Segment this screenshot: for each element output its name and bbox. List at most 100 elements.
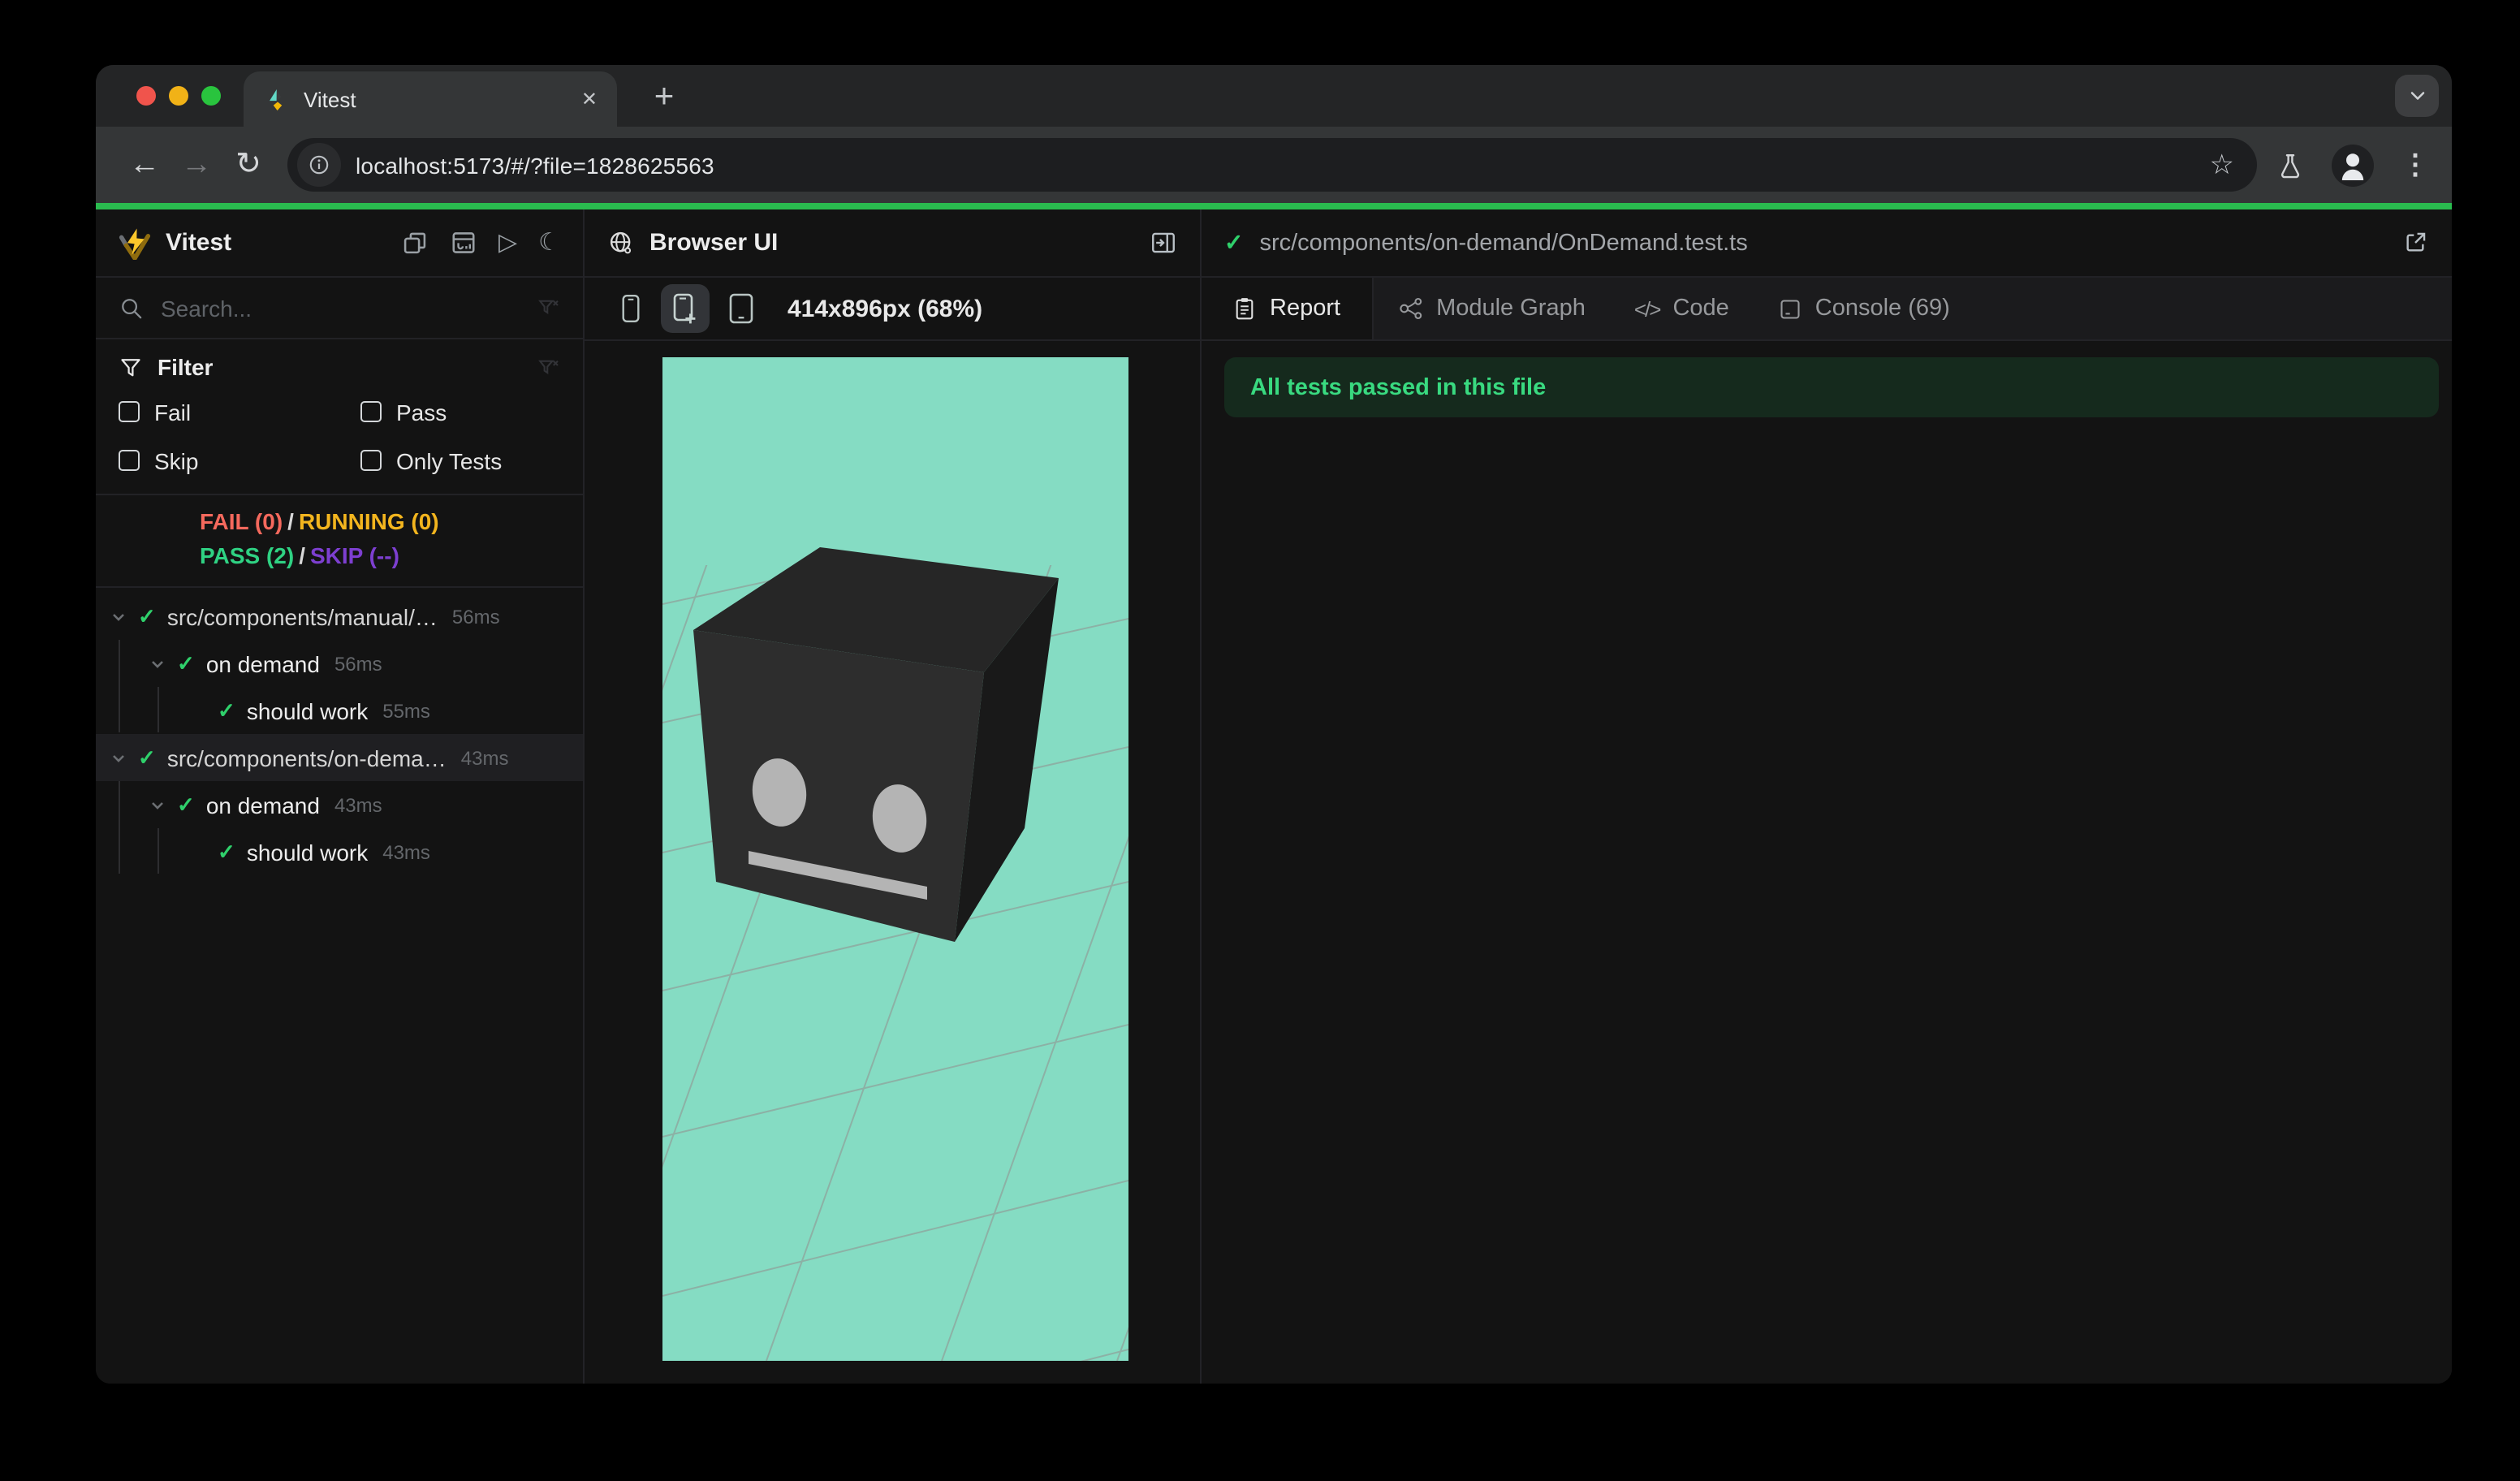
pass-check-icon: ✓ — [177, 792, 195, 816]
tab-title: Vitest — [304, 87, 356, 111]
experiments-flask-icon[interactable] — [2276, 150, 2304, 179]
globe-icon — [610, 231, 632, 254]
favicon-vitest-icon — [263, 87, 287, 111]
chevron-down-icon[interactable] — [110, 749, 127, 766]
theme-toggle-moon-icon[interactable]: ☾ — [538, 231, 560, 255]
browser-toolbar: ← → ↻ localhost:5173/#/?file=1828625563 … — [96, 127, 2452, 203]
filter-checkbox-fail[interactable]: Fail — [119, 395, 360, 429]
filter-title: Filter — [158, 354, 214, 380]
info-icon — [309, 155, 329, 175]
viewport-size-label: 414x896px (68%) — [788, 295, 983, 322]
report-content: All tests passed in this file — [1202, 341, 2452, 1384]
new-tab-button[interactable]: + — [641, 75, 687, 120]
browser-tab[interactable]: Vitest ✕ — [244, 71, 617, 127]
tree-suite-row[interactable]: ✓ on demand 43ms — [96, 781, 583, 828]
browser-ui-panel: Browser UI 414x896px (68%) — [585, 209, 1202, 1384]
duration: 43ms — [460, 746, 509, 769]
open-external-icon[interactable] — [2401, 229, 2429, 257]
tree-file-row-selected[interactable]: ✓ src/components/on-dema… 43ms — [96, 734, 583, 781]
filter-checkbox-pass[interactable]: Pass — [360, 395, 560, 429]
close-tab-icon[interactable]: ✕ — [581, 88, 598, 110]
browser-menu-icon[interactable]: ⋮ — [2401, 149, 2429, 181]
filter-section-header: Filter — [96, 339, 583, 395]
test-file-path: src/components/on-demand/OnDemand.test.t… — [1259, 230, 1748, 256]
tree-suite-row[interactable]: ✓ on demand 56ms — [96, 640, 583, 687]
maximize-window-button[interactable] — [201, 86, 221, 106]
duration: 56ms — [334, 652, 382, 675]
chevron-down-icon[interactable] — [149, 797, 166, 813]
forward-button[interactable]: → — [170, 147, 222, 183]
chevron-down-icon — [2410, 92, 2424, 100]
preview-area — [585, 341, 1200, 1384]
duration: 43ms — [334, 793, 382, 816]
tab-report[interactable]: Report — [1202, 278, 1374, 339]
duration: 43ms — [382, 840, 430, 863]
checkbox[interactable] — [360, 401, 382, 422]
url-text[interactable]: localhost:5173/#/?file=1828625563 — [356, 152, 2210, 178]
pass-check-icon: ✓ — [1224, 229, 1244, 255]
profile-avatar[interactable] — [2332, 144, 2374, 186]
device-toolbar: 414x896px (68%) — [585, 278, 1200, 341]
clear-filter-icon[interactable] — [536, 355, 560, 379]
vitest-logo-icon — [119, 227, 151, 259]
tree-file-row[interactable]: ✓ src/components/manual/… 56ms — [96, 593, 583, 640]
browser-window: Vitest ✕ + ← → ↻ localhost:5173/#/?file=… — [96, 65, 2452, 1384]
tab-bar: Vitest ✕ + — [96, 65, 2452, 127]
filter-checkbox-only-tests[interactable]: Only Tests — [360, 443, 560, 477]
search-input[interactable] — [161, 295, 536, 321]
traffic-lights[interactable] — [136, 86, 221, 106]
checkbox[interactable] — [119, 401, 140, 422]
clear-filter-icon[interactable] — [536, 296, 560, 320]
minimize-window-button[interactable] — [169, 86, 188, 106]
run-all-tests-icon[interactable]: ▷ — [498, 231, 517, 255]
running-count: RUNNING (0) — [298, 508, 439, 534]
chevron-down-icon[interactable] — [110, 608, 127, 624]
test-status-summary: FAIL (0) / RUNNING (0) PASS (2) / SKIP (--) — [96, 494, 583, 588]
search-icon — [122, 298, 142, 318]
pass-check-icon: ✓ — [138, 745, 156, 769]
filter-funnel-icon — [121, 358, 140, 376]
tab-code[interactable]: </> Code — [1610, 278, 1754, 339]
pass-check-icon: ✓ — [218, 839, 235, 863]
tab-console[interactable]: Console (69) — [1754, 278, 1974, 339]
device-phone-plus-button[interactable] — [661, 284, 710, 333]
module-graph-icon — [1399, 297, 1422, 320]
bookmark-star-icon[interactable]: ☆ — [2210, 149, 2242, 181]
console-icon — [1780, 299, 1800, 318]
dock-panel-right-icon[interactable] — [1150, 229, 1177, 257]
duration: 55ms — [382, 699, 430, 722]
all-tests-passed-banner: All tests passed in this file — [1224, 357, 2439, 417]
collapse-panels-icon[interactable] — [401, 229, 429, 257]
sidebar: Vitest ▷ ☾ Search... Filter Fail Pass Sk… — [96, 209, 585, 1384]
test-tree: ✓ src/components/manual/… 56ms ✓ on dema… — [96, 588, 583, 1384]
report-panel: ✓ src/components/on-demand/OnDemand.test… — [1202, 209, 2452, 1384]
progress-bar — [96, 203, 2452, 209]
reload-button[interactable]: ↻ — [222, 146, 274, 184]
site-info-button[interactable] — [297, 143, 341, 187]
back-button[interactable]: ← — [119, 147, 170, 183]
device-tablet-button[interactable] — [716, 284, 765, 333]
browser-panel-title: Browser UI — [649, 229, 779, 257]
dashboard-icon[interactable] — [450, 229, 477, 257]
pass-count: PASS (2) — [200, 542, 295, 568]
screen: Vitest ✕ + ← → ↻ localhost:5173/#/?file=… — [0, 0, 2520, 1481]
vitest-app: Vitest ▷ ☾ Search... Filter Fail Pass Sk… — [96, 209, 2452, 1384]
pass-check-icon: ✓ — [138, 603, 156, 628]
tree-test-row[interactable]: ✓ should work 43ms — [96, 828, 583, 875]
device-phone-small-button[interactable] — [606, 284, 654, 333]
checkbox[interactable] — [119, 450, 140, 471]
code-icon: </> — [1633, 296, 1662, 321]
report-tabstrip: Report Module Graph </> Code Console (69… — [1202, 278, 2452, 341]
pass-check-icon: ✓ — [218, 697, 235, 722]
tab-search-button[interactable] — [2395, 75, 2439, 117]
pass-check-icon: ✓ — [177, 650, 195, 675]
chevron-down-icon[interactable] — [149, 655, 166, 671]
browser-preview-canvas[interactable] — [662, 357, 1128, 1361]
close-window-button[interactable] — [136, 86, 156, 106]
tree-test-row[interactable]: ✓ should work 55ms — [96, 687, 583, 734]
app-title: Vitest — [166, 229, 232, 257]
tab-module-graph[interactable]: Module Graph — [1373, 278, 1610, 339]
filter-checkbox-skip[interactable]: Skip — [119, 443, 360, 477]
checkbox[interactable] — [360, 450, 382, 471]
url-bar[interactable]: localhost:5173/#/?file=1828625563 ☆ — [287, 138, 2257, 192]
